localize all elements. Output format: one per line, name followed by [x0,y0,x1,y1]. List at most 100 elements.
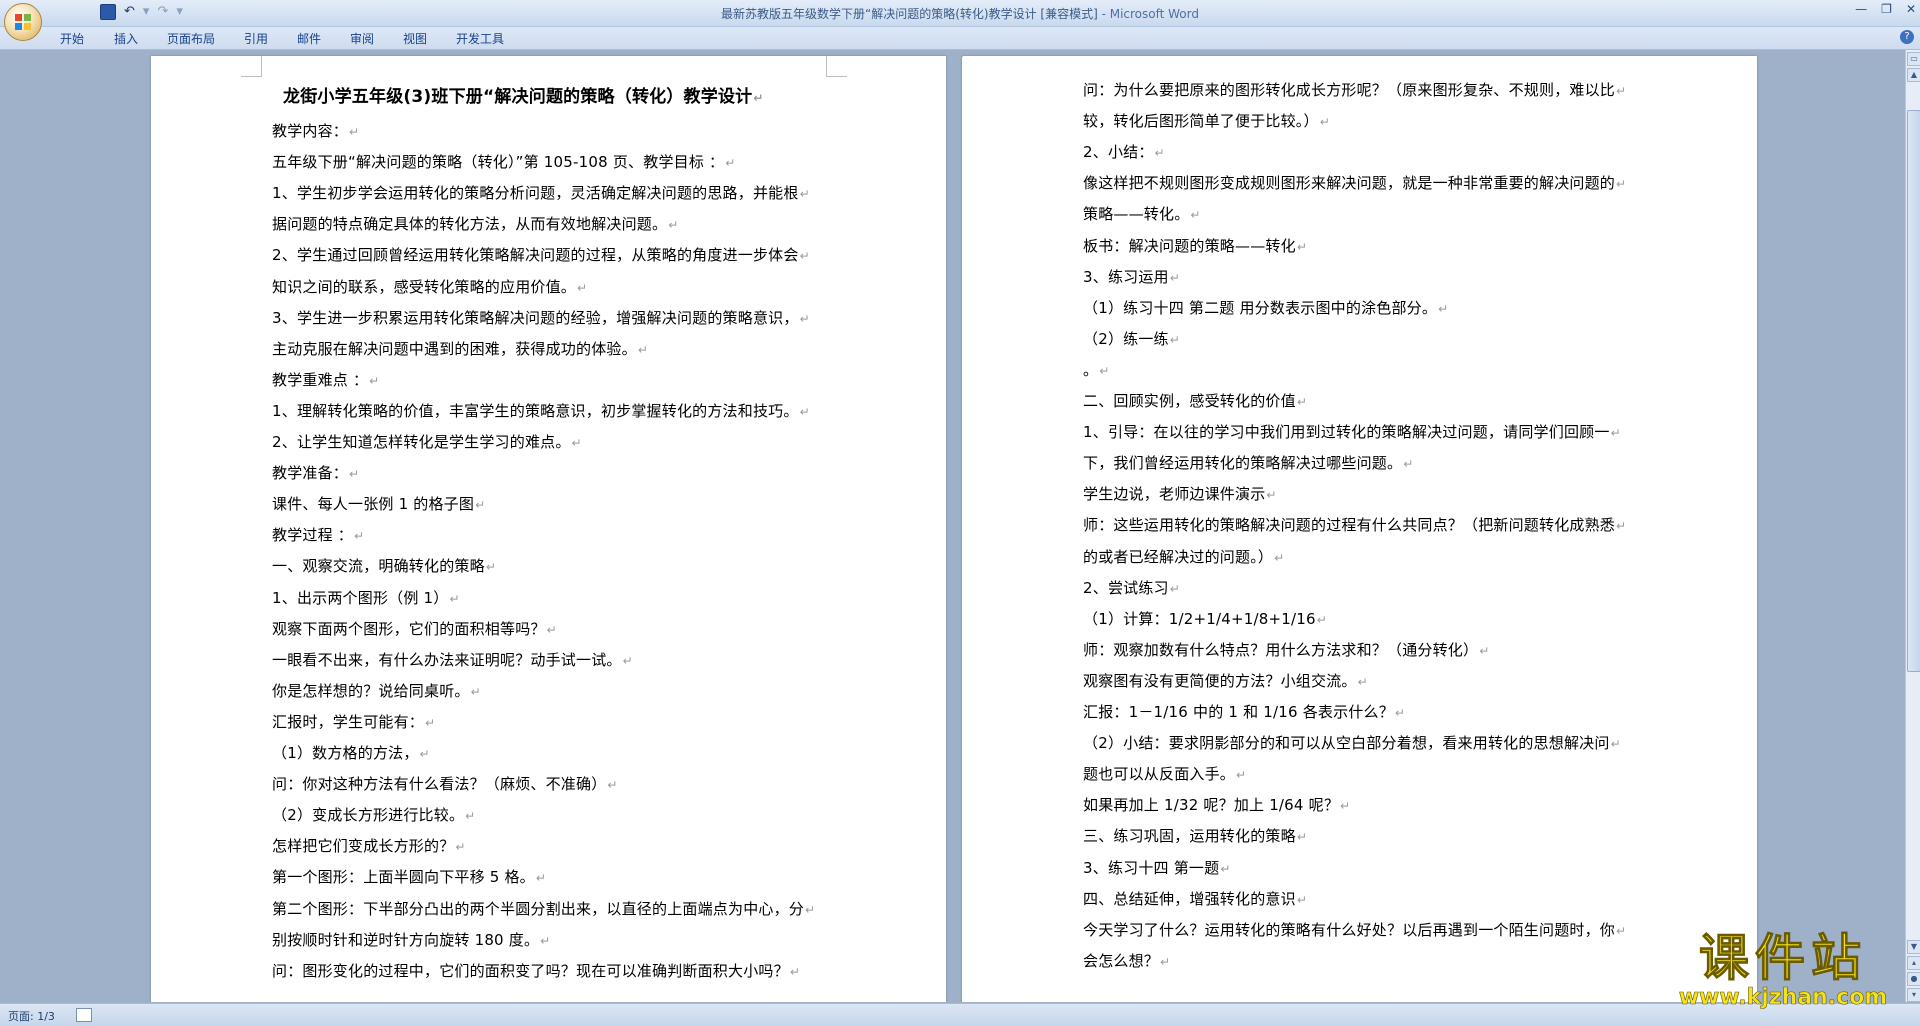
paragraph-text: 学生边说，老师边课件演示 [1083,485,1266,504]
margin-corner-mark [826,56,847,77]
paragraph-line: （1）计算：1/2+1/4+1/8+1/16↵ [1083,608,1327,629]
paragraph-mark-icon: ↵ [419,747,430,761]
margin-corner-mark [962,56,963,57]
scroll-thumb[interactable] [1907,110,1920,672]
paragraph-mark-icon: ↵ [577,280,588,295]
paragraph-mark-icon: ↵ [1610,737,1621,752]
tab-home[interactable]: 开始 [60,30,84,47]
tab-insert[interactable]: 插入 [114,30,138,47]
paragraph-text: 问：图形变化的过程中，它们的面积变了吗？现在可以准确判断面积大小吗？ [272,961,789,980]
paragraph-text: 问：你对这种方法有什么看法？（麻烦、不准确） [272,775,607,794]
help-icon[interactable]: ? [1900,30,1914,44]
paragraph-text: 第二个图形：下半部分凸出的两个半圆分割出来，以直径的上面端点为中心，分 [272,899,805,918]
paragraph-mark-icon: ↵ [1616,84,1627,98]
paragraph-text: 据问题的特点确定具体的转化方法，从而有效地解决问题。 [272,215,668,234]
paragraph-text: 四、总结延伸，增强转化的意识 [1083,889,1296,908]
tab-page-layout[interactable]: 页面布局 [167,30,215,47]
paragraph-mark-icon: ↵ [425,715,436,730]
scroll-up-icon[interactable]: ▲ [1907,68,1920,82]
proofing-icon[interactable] [76,1008,92,1022]
paragraph-mark-icon: ↵ [540,933,551,948]
paragraph-mark-icon: ↵ [455,840,466,855]
paragraph-line: （2）练一练↵ [1083,328,1180,349]
paragraph-line: 第二个图形：下半部分凸出的两个半圆分割出来，以直径的上面端点为中心，分↵ [272,898,815,919]
paragraph-mark-icon: ↵ [799,311,810,326]
tab-view[interactable]: 视图 [403,30,427,47]
paragraph-text: 一、观察交流，明确转化的策略 [272,557,485,576]
paragraph-mark-icon: ↵ [1296,892,1308,907]
margin-corner-mark [241,56,262,77]
paragraph-text: 五年级下册“解决问题的策略（转化）”第 105-108 页、教学目标 ： [272,153,725,172]
paragraph-line: 四、总结延伸，增强转化的意识↵ [1083,888,1307,909]
paragraph-line: 教学内容：↵ [272,120,359,141]
paragraph-line: 1、学生初步学会运用转化的策略分析问题，灵活确定解决问题的思路，并能根↵ [272,182,810,203]
paragraph-text: 别按顺时针和逆时针方向旋转 180 度。 [272,930,540,949]
vertical-scrollbar[interactable]: ▭ ▲ ▼ ▴ ● ▾ [1905,50,1920,1002]
paragraph-text: 板书：解决问题的策略——转化 [1083,236,1296,255]
paragraph-line: 。↵ [1083,359,1109,380]
close-icon[interactable]: ✕ [1906,2,1916,16]
paragraph-text: 较，转化后图形简单了便于比较。） [1083,112,1319,131]
paragraph-text: （2）练一练 [1083,329,1169,348]
paragraph-mark-icon: ↵ [1438,301,1449,316]
paragraph-mark-icon: ↵ [1274,550,1285,565]
paragraph-mark-icon: ↵ [1340,799,1351,814]
previous-page-icon[interactable]: ▴ [1907,956,1920,970]
page-2[interactable]: 问：为什么要把原来的图形转化成长方形呢？（原来图形复杂、不规则，难以比↵ 较，转化… [962,56,1757,1002]
paragraph-text: 一眼看不出来，有什么办法来证明呢？动手试一试。 [272,650,622,669]
paragraph-mark-icon: ↵ [725,156,736,171]
paragraph-mark-icon: ↵ [668,218,679,233]
paragraph-mark-icon: ↵ [485,560,497,575]
tab-developer[interactable]: 开发工具 [456,30,504,47]
paragraph-line: （1）数方格的方法，↵ [272,742,430,763]
paragraph-line: 怎样把它们变成长方形的？↵ [272,835,466,856]
paragraph-mark-icon: ↵ [546,622,557,637]
paragraph-mark-icon: ↵ [1160,954,1171,969]
paragraph-text: 像这样把不规则图形变成规则图形来解决问题，就是一种非常重要的解决问题的 [1083,174,1616,193]
paragraph-line: 教学重难点 ：↵ [272,369,379,390]
paragraph-text: 二、回顾实例，感受转化的价值 [1083,392,1296,410]
maximize-icon[interactable]: ❐ [1881,2,1892,16]
paragraph-line: 板书：解决问题的策略——转化↵ [1083,235,1307,256]
paragraph-line: 三、练习巩固，运用转化的策略↵ [1083,825,1307,846]
paragraph-line: 五年级下册“解决问题的策略（转化）”第 105-108 页、教学目标 ：↵ [272,151,736,172]
tab-mailings[interactable]: 邮件 [297,30,321,47]
paragraph-line: 知识之间的联系，感受转化策略的应用价值。↵ [272,276,587,297]
next-page-icon[interactable]: ▾ [1907,988,1920,1002]
paragraph-text: 3、学生进一步积累运用转化策略解决问题的经验，增强解决问题的策略意识， [272,308,799,327]
ribbon-tabs: 开始 插入 页面布局 引用 邮件 审阅 视图 开发工具 [0,27,1920,50]
document-heading: 龙街小学五年级(3)班下册“解决问题的策略（转化）教学设计↵ [283,87,764,107]
paragraph-line: 一、观察交流，明确转化的策略↵ [272,555,496,576]
heading-text: 龙街小学五年级(3)班下册“解决问题的策略（转化）教学设计 [283,87,753,107]
paragraph-line: 题也可以从反面入手。↵ [1083,763,1246,784]
paragraph-mark-icon: ↵ [449,591,460,606]
tab-references[interactable]: 引用 [244,30,268,47]
paragraph-line: 主动克服在解决问题中遇到的困难，获得成功的体验。↵ [272,338,648,359]
paragraph-text: 主动克服在解决问题中遇到的困难，获得成功的体验。 [272,339,637,358]
paragraph-text: 3、练习十四 第一题 [1083,858,1220,877]
ruler-toggle-icon[interactable]: ▭ [1907,52,1920,66]
paragraph-line: 师：这些运用转化的策略解决问题的过程有什么共同点？（把新问题转化成熟悉↵ [1083,514,1626,535]
paragraph-text: 课件、每人一张例 1 的格子图 [272,495,475,514]
paragraph-text: （1）计算：1/2+1/4+1/8+1/16 [1083,609,1316,628]
paragraph-mark-icon: ↵ [789,964,801,979]
paragraph-line: 问：为什么要把原来的图形转化成长方形呢？（原来图形复杂、不规则，难以比↵ [1083,79,1626,100]
paragraph-text: 1、出示两个图形（例 1） [272,588,449,607]
office-button[interactable] [4,3,42,41]
paragraph-text: 1、引导：在以往的学习中我们用到过转化的策略解决过问题，请同学们回顾一 [1083,423,1610,442]
paragraph-text: 2、学生通过回顾曾经运用转化策略解决问题的过程，从策略的角度进一步体会 [272,246,799,265]
paragraph-line: 2、尝试练习↵ [1083,577,1180,598]
select-browse-object-icon[interactable]: ● [1907,972,1920,986]
paragraph-line: 1、理解转化策略的价值，丰富学生的策略意识，初步掌握转化的方法和技巧。↵ [272,400,810,421]
paragraph-text: 下，我们曾经运用转化的策略解决过哪些问题。 [1083,454,1403,473]
paragraph-line: （2）变成长方形进行比较。↵ [272,804,475,825]
app-name: - Microsoft Word [1097,7,1199,21]
scroll-down-icon[interactable]: ▼ [1907,940,1920,954]
tab-review[interactable]: 审阅 [350,30,374,47]
paragraph-mark-icon: ↵ [349,125,360,139]
paragraph-mark-icon: ↵ [369,373,380,388]
paragraph-line: 问：你对这种方法有什么看法？（麻烦、不准确）↵ [272,773,618,794]
page-indicator[interactable]: 页面: 1/3 [8,1008,55,1024]
page-1[interactable]: 龙街小学五年级(3)班下册“解决问题的策略（转化）教学设计↵ 教学内容：↵ 五年级… [151,56,946,1002]
minimize-icon[interactable]: — [1855,2,1867,16]
